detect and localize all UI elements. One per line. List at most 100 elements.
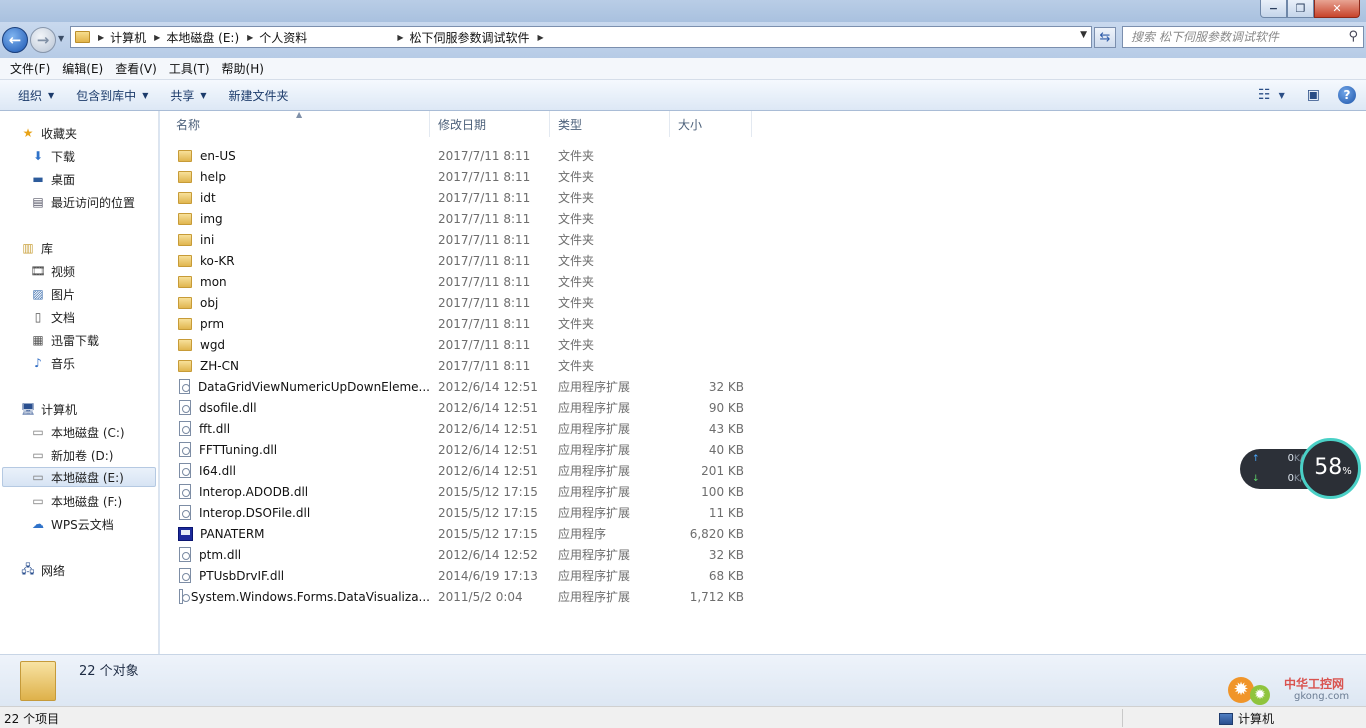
file-row[interactable]: PTUsbDrvIF.dll 2014/6/19 17:13 应用程序扩展 68 KB <box>176 565 754 586</box>
file-row[interactable]: help 2017/7/11 8:11 文件夹 <box>176 166 754 187</box>
address-bar[interactable]: ▶ 计算机 ▶ 本地磁盘 (E:) ▶ 个人资料 ▶ 松下伺服参数调试软件 ▶ … <box>70 26 1092 48</box>
file-row[interactable]: PANATERM 2015/5/12 17:15 应用程序 6,820 KB <box>176 523 754 544</box>
file-name-cell: PANATERM <box>176 526 430 541</box>
nav-videos[interactable]: 🎞 视频 <box>30 261 75 281</box>
search-input[interactable]: 搜索 松下伺服参数调试软件 ⚲ <box>1122 26 1364 48</box>
menu-help[interactable]: 帮助(H) <box>216 60 270 77</box>
search-icon[interactable]: ⚲ <box>1348 27 1358 47</box>
column-header-modified[interactable]: 修改日期 <box>430 111 550 137</box>
nav-drive-c[interactable]: ▭ 本地磁盘 (C:) <box>30 422 124 442</box>
file-type: 应用程序扩展 <box>558 569 631 583</box>
nav-computer[interactable]: 🖥 计算机 <box>20 399 77 419</box>
breadcrumb-chevron-icon[interactable]: ▶ <box>98 33 104 42</box>
nav-drive-e[interactable]: ▭ 本地磁盘 (E:) <box>2 467 156 487</box>
new-folder-button[interactable]: 新建文件夹 <box>221 87 297 104</box>
download-folder-icon: ⬇ <box>32 149 44 163</box>
file-row[interactable]: en-US 2017/7/11 8:11 文件夹 <box>176 145 754 166</box>
details-item-count: 22 个对象 <box>79 664 139 679</box>
file-row[interactable]: FFTTuning.dll 2012/6/14 12:51 应用程序扩展 40 KB <box>176 439 754 460</box>
recent-pages-dropdown[interactable]: ▼ <box>58 34 64 43</box>
memory-usage-meter[interactable]: 58% <box>1300 438 1361 499</box>
nav-wps-label: WPS云文档 <box>51 517 114 532</box>
nav-videos-label: 视频 <box>51 264 76 279</box>
file-type: 应用程序扩展 <box>558 464 631 478</box>
chevron-down-icon[interactable]: ▼ <box>1279 91 1285 100</box>
file-row[interactable]: mon 2017/7/11 8:11 文件夹 <box>176 271 754 292</box>
nav-network[interactable]: 🖧 网络 <box>20 560 65 580</box>
nav-downloads[interactable]: ⬇ 下载 <box>30 146 75 166</box>
thunder-icon: ▦ <box>32 333 44 347</box>
minimize-button[interactable]: − <box>1260 0 1287 18</box>
file-row[interactable]: dsofile.dll 2012/6/14 12:51 应用程序扩展 90 KB <box>176 397 754 418</box>
breadcrumb-personal[interactable]: 个人资料 <box>259 29 307 46</box>
nav-drive-e-label: 本地磁盘 (E:) <box>51 470 124 485</box>
back-button[interactable]: ← <box>2 27 28 53</box>
dll-file-icon <box>179 484 191 499</box>
dll-file-icon <box>179 547 191 562</box>
nav-recent-places[interactable]: ▤ 最近访问的位置 <box>30 192 135 212</box>
menu-file[interactable]: 文件(F) <box>4 60 56 77</box>
breadcrumb-chevron-icon[interactable]: ▶ <box>154 33 160 42</box>
close-button[interactable]: ✕ <box>1314 0 1360 18</box>
breadcrumb-drive-e[interactable]: 本地磁盘 (E:) <box>166 29 239 46</box>
refresh-icon: ⇆ <box>1099 30 1111 45</box>
preview-pane-icon[interactable]: ▣ <box>1307 87 1320 103</box>
file-row[interactable]: Interop.DSOFile.dll 2015/5/12 17:15 应用程序扩展… <box>176 502 754 523</box>
file-row[interactable]: img 2017/7/11 8:11 文件夹 <box>176 208 754 229</box>
file-row[interactable]: I64.dll 2012/6/14 12:51 应用程序扩展 201 KB <box>176 460 754 481</box>
include-in-library-button[interactable]: 包含到库中 ▼ <box>68 87 156 104</box>
file-row[interactable]: Interop.ADODB.dll 2015/5/12 17:15 应用程序扩展 10… <box>176 481 754 502</box>
menu-tools[interactable]: 工具(T) <box>163 60 216 77</box>
address-dropdown-icon[interactable]: ▼ <box>1080 30 1087 40</box>
nav-thunder-downloads[interactable]: ▦ 迅雷下载 <box>30 330 99 350</box>
file-row[interactable]: ZH-CN 2017/7/11 8:11 文件夹 <box>176 355 754 376</box>
file-name-cell: ptm.dll <box>176 547 430 562</box>
column-header-size[interactable]: 大小 <box>670 111 752 137</box>
breadcrumb-chevron-icon[interactable]: ▶ <box>247 33 253 42</box>
nav-pictures[interactable]: ▨ 图片 <box>30 284 75 304</box>
nav-libraries[interactable]: ▥ 库 <box>20 238 53 258</box>
breadcrumb-current-folder[interactable]: 松下伺服参数调试软件 <box>409 29 529 46</box>
breadcrumb-chevron-icon[interactable]: ▶ <box>397 33 403 42</box>
menu-view[interactable]: 查看(V) <box>109 60 163 77</box>
forward-button[interactable]: → <box>30 27 56 53</box>
nav-favorites[interactable]: ★ 收藏夹 <box>20 123 77 143</box>
help-icon[interactable]: ? <box>1338 86 1356 104</box>
nav-wps-cloud[interactable]: ☁ WPS云文档 <box>30 514 114 534</box>
nav-desktop[interactable]: ▬ 桌面 <box>30 169 75 189</box>
maximize-button[interactable]: ❐ <box>1287 0 1314 18</box>
refresh-button[interactable]: ⇆ <box>1094 27 1116 48</box>
cloud-icon: ☁ <box>32 517 44 531</box>
breadcrumb-computer[interactable]: 计算机 <box>110 29 146 46</box>
menu-edit[interactable]: 编辑(E) <box>56 60 109 77</box>
nav-drive-f-label: 本地磁盘 (F:) <box>51 494 123 509</box>
file-row[interactable]: fft.dll 2012/6/14 12:51 应用程序扩展 43 KB <box>176 418 754 439</box>
file-name: PTUsbDrvIF.dll <box>199 568 285 583</box>
file-date: 2015/5/12 17:15 <box>438 484 538 499</box>
share-button[interactable]: 共享 ▼ <box>162 87 214 104</box>
view-options-icon[interactable]: ☷ <box>1258 87 1271 103</box>
nav-computer-label: 计算机 <box>41 402 78 417</box>
nav-favorites-label: 收藏夹 <box>41 126 78 141</box>
file-row[interactable]: System.Windows.Forms.DataVisualiza... 201… <box>176 586 754 607</box>
nav-drive-d[interactable]: ▭ 新加卷 (D:) <box>30 445 113 465</box>
file-row[interactable]: ini 2017/7/11 8:11 文件夹 <box>176 229 754 250</box>
file-row[interactable]: idt 2017/7/11 8:11 文件夹 <box>176 187 754 208</box>
file-row[interactable]: obj 2017/7/11 8:11 文件夹 <box>176 292 754 313</box>
usage-percent-unit: % <box>1342 466 1352 477</box>
file-row[interactable]: ptm.dll 2012/6/14 12:52 应用程序扩展 32 KB <box>176 544 754 565</box>
file-row[interactable]: DataGridViewNumericUpDownEleme... 2012/6/… <box>176 376 754 397</box>
file-row[interactable]: ko-KR 2017/7/11 8:11 文件夹 <box>176 250 754 271</box>
organize-button[interactable]: 组织 ▼ <box>10 87 62 104</box>
column-header-name[interactable]: 名称 <box>168 111 430 137</box>
file-row[interactable]: prm 2017/7/11 8:11 文件夹 <box>176 313 754 334</box>
network-icon: 🖧 <box>21 561 35 576</box>
nav-documents[interactable]: ▯ 文档 <box>30 307 75 327</box>
nav-drive-f[interactable]: ▭ 本地磁盘 (F:) <box>30 491 122 511</box>
column-header-type[interactable]: 类型 <box>550 111 670 137</box>
file-size: 32 KB <box>708 547 744 562</box>
nav-music[interactable]: ♪ 音乐 <box>30 353 75 373</box>
file-row[interactable]: wgd 2017/7/11 8:11 文件夹 <box>176 334 754 355</box>
drive-icon: ▭ <box>32 494 44 508</box>
breadcrumb-chevron-icon[interactable]: ▶ <box>537 33 543 42</box>
